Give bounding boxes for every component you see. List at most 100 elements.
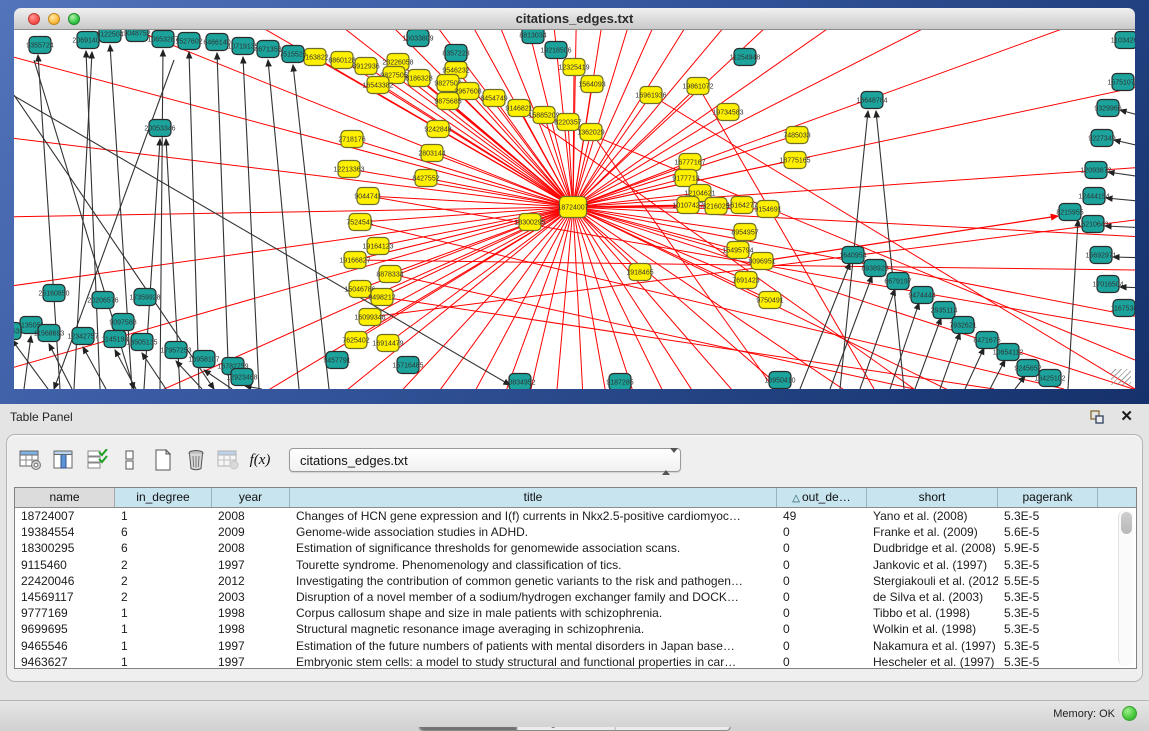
graph-node[interactable]: 17957253 — [160, 342, 191, 359]
table-row[interactable]: 969969511998Structural magnetic resonanc… — [15, 621, 1136, 637]
table-mode-icon[interactable] — [116, 447, 144, 473]
graph-node[interactable]: 19861072 — [682, 78, 713, 95]
graph-node[interactable]: 1167538 — [1111, 300, 1135, 317]
graph-node[interactable]: 8427552 — [412, 170, 439, 187]
graph-node[interactable]: 16958107 — [188, 351, 219, 368]
graph-node[interactable]: 15692971 — [1085, 247, 1116, 264]
network-graph-canvas[interactable]: 9163822886012889129362322605898275051654… — [14, 30, 1135, 389]
graph-node[interactable]: 16914479 — [372, 335, 403, 352]
table-row[interactable]: 946362711997Embryonic stem cells: a mode… — [15, 654, 1136, 669]
graph-node[interactable]: 8220357 — [554, 114, 581, 131]
select-rows-icon[interactable] — [83, 447, 111, 473]
column-header-name[interactable]: name — [15, 488, 115, 507]
show-columns-icon[interactable] — [50, 447, 78, 473]
table-row[interactable]: 946554611997Estimation of the future num… — [15, 638, 1136, 654]
graph-node[interactable]: 15495794 — [722, 242, 753, 259]
graph-node[interactable]: 11254948 — [730, 49, 761, 66]
graph-node[interactable]: 9227349 — [1088, 130, 1115, 147]
graph-node[interactable]: 8813034 — [519, 30, 546, 44]
graph-node[interactable]: 9242848 — [424, 121, 451, 138]
graph-node[interactable]: 20206576 — [87, 292, 118, 309]
graph-node[interactable]: 11568693 — [34, 325, 65, 342]
graph-node[interactable]: 12093872 — [1080, 162, 1111, 179]
graph-node[interactable]: 17359928 — [129, 289, 160, 306]
column-header-title[interactable]: title — [290, 488, 777, 507]
graph-node[interactable]: 10653287 — [147, 31, 178, 48]
graph-node[interactable]: 9750491 — [756, 292, 783, 309]
graph-node[interactable]: 9457791 — [323, 352, 350, 369]
graph-node[interactable]: 2803144 — [418, 145, 445, 162]
graph-node[interactable]: 8878334 — [376, 266, 403, 283]
graph-node[interactable]: 9187285 — [606, 374, 633, 390]
graph-node[interactable]: 7524541 — [346, 214, 373, 231]
graph-node[interactable]: 7625402 — [342, 332, 369, 349]
graph-node[interactable]: 8471676 — [973, 332, 1000, 349]
graph-node[interactable]: 19164123 — [362, 238, 393, 255]
graph-node[interactable]: 8096951 — [748, 253, 775, 270]
table-selector-dropdown[interactable]: citations_edges.txt — [289, 448, 681, 472]
graph-node[interactable]: 16033809 — [402, 30, 433, 47]
graph-node[interactable]: 9474444 — [908, 287, 935, 304]
graph-node[interactable]: 11034261 — [1111, 32, 1135, 49]
graph-node[interactable]: 8357223 — [442, 45, 469, 62]
network-window-titlebar[interactable]: citations_edges.txt — [14, 8, 1135, 30]
table-scrollbar-thumb[interactable] — [1121, 512, 1132, 534]
graph-node[interactable]: 10654112 — [993, 344, 1024, 361]
table-row[interactable]: 911546021997Tourette syndrome. Phenomeno… — [15, 557, 1136, 573]
graph-node[interactable]: 16777167 — [674, 154, 705, 171]
graph-node[interactable]: 1527602 — [175, 33, 202, 50]
graph-node[interactable]: 1640954 — [839, 247, 866, 264]
table-row[interactable]: 2242004622012Investigating the contribut… — [15, 573, 1136, 589]
graph-node[interactable]: 17016504 — [1092, 276, 1123, 293]
graph-node[interactable]: 16648784 — [856, 92, 887, 109]
memory-status-indicator[interactable] — [1122, 706, 1137, 721]
graph-node[interactable]: 16961936 — [635, 87, 666, 104]
column-header-year[interactable]: year — [212, 488, 290, 507]
graph-node[interactable]: 1918465 — [626, 264, 653, 281]
graph-node[interactable]: 16099348 — [354, 309, 385, 326]
table-row[interactable]: 1938455462009Genome-wide association stu… — [15, 524, 1136, 540]
graph-node[interactable]: 7515526 — [279, 46, 306, 63]
delete-table-icon[interactable] — [215, 447, 243, 473]
graph-node[interactable]: 16950410 — [764, 372, 795, 389]
graph-node[interactable]: 12213363 — [333, 161, 364, 178]
graph-node[interactable]: 12444154 — [1078, 188, 1109, 205]
graph-node[interactable]: 8912936 — [352, 58, 379, 75]
graph-node[interactable]: 18724007 — [557, 197, 588, 218]
table-settings-icon[interactable] — [17, 447, 45, 473]
function-builder-icon[interactable]: f(x) — [248, 447, 276, 473]
graph-node[interactable]: 12325419 — [558, 59, 589, 76]
graph-node[interactable]: 15751074 — [1107, 74, 1135, 91]
resize-grip-icon[interactable] — [1111, 369, 1131, 385]
graph-node[interactable]: 16164277 — [726, 197, 757, 214]
float-panel-icon[interactable] — [1089, 409, 1105, 425]
table-row[interactable]: 977716911998Corpus callosum shape and si… — [15, 605, 1136, 621]
graph-node[interactable]: 9498212 — [368, 289, 395, 306]
graph-node[interactable]: 19166827 — [339, 252, 370, 269]
graph-node[interactable]: 9154691 — [754, 201, 781, 218]
table-row[interactable]: 1830029562008Estimation of significance … — [15, 540, 1136, 556]
graph-node[interactable]: 8215955 — [1056, 204, 1083, 221]
graph-node[interactable]: 16210643 — [1077, 216, 1108, 233]
graph-node[interactable]: 13505135 — [126, 334, 157, 351]
graph-node[interactable]: 9245652 — [1014, 360, 1041, 377]
graph-node[interactable]: 16543382 — [362, 77, 393, 94]
column-header-in_degree[interactable]: in_degree — [115, 488, 212, 507]
column-header-out_de[interactable]: △out_de… — [777, 488, 867, 507]
graph-node[interactable]: 6679197 — [884, 273, 911, 290]
graph-node[interactable]: 19218506 — [540, 42, 571, 59]
graph-node[interactable]: 7485033 — [783, 127, 810, 144]
graph-node[interactable]: 8454749 — [480, 90, 507, 107]
graph-node[interactable]: 7691423 — [732, 272, 759, 289]
graph-node[interactable]: 15716485 — [392, 357, 423, 374]
graph-node[interactable]: 10107427 — [672, 197, 703, 214]
graph-node[interactable]: 18775165 — [779, 152, 810, 169]
graph-node[interactable]: 2935114 — [931, 302, 958, 319]
graph-node[interactable]: 16425102 — [1034, 370, 1065, 387]
create-column-icon[interactable] — [149, 447, 177, 473]
graph-node[interactable]: 8938923 — [861, 260, 888, 277]
graph-node[interactable]: 1564093 — [578, 76, 605, 93]
column-header-short[interactable]: short — [867, 488, 998, 507]
graph-node[interactable]: 12342757 — [67, 328, 98, 345]
graph-node[interactable]: 2718176 — [338, 131, 365, 148]
